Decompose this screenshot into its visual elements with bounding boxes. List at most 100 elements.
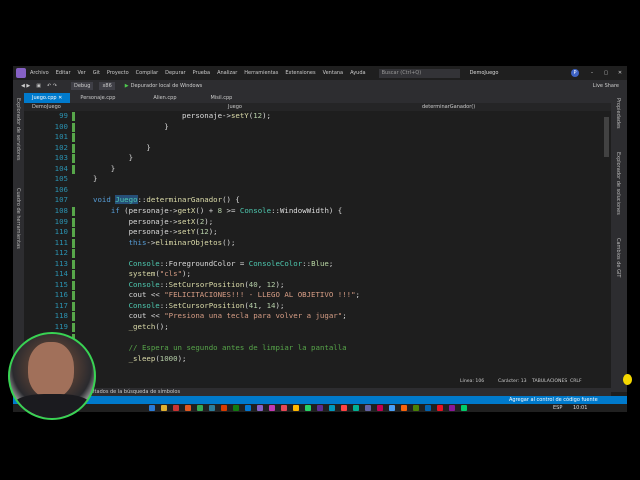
menu-editar[interactable]: Editar [56,70,71,76]
app-icon[interactable] [437,405,443,411]
code-line: 117 Console::SetCursorPosition(41, 14); [54,300,285,311]
whatsapp-icon[interactable] [305,405,311,411]
code-line: 99 personaje->setY(12); [59,111,272,121]
app-icon[interactable] [401,405,407,411]
run-button[interactable]: Depurador local de Windows [131,83,203,89]
mouse-highlight-icon [623,374,632,385]
live-share-button[interactable]: Live Share [593,83,619,89]
close-icon[interactable]: ✕ [613,70,627,76]
code-line: 104 } [54,163,116,174]
app-icon[interactable] [377,405,383,411]
app-icon[interactable] [317,405,323,411]
code-line: 112 [24,248,604,259]
app-icon[interactable] [389,405,395,411]
code-line: 108 if (personaje->getX() + 8 >= Console… [54,205,343,216]
menu-archivo[interactable]: Archivo [30,70,49,76]
menu-proyecto[interactable]: Proyecto [107,70,129,76]
tab-juego-cpp[interactable]: Juego.cpp ✕ [24,93,71,103]
app-icon[interactable] [233,405,239,411]
symbol-search-results-tab[interactable]: ultados de la búsqueda de símbolos [90,388,180,396]
navigation-bar: DemoJuego Juego determinarGanador() [24,103,611,111]
app-icon[interactable] [185,405,191,411]
visual-studio-icon[interactable] [257,405,263,411]
minimize-icon[interactable]: – [585,70,599,76]
bottom-panel-tabs: ultados de la búsqueda de símbolos [24,388,611,396]
app-icon[interactable] [221,405,227,411]
code-line: 101 [24,132,604,143]
eol-indicator[interactable]: CRLF [570,379,582,384]
code-editor[interactable]: 99 personaje->setY(12); 100 } 101 102 } … [24,111,611,379]
server-explorer-tab[interactable]: Explorador de servidores [15,98,21,161]
file-explorer-icon[interactable] [161,405,167,411]
document-tabs: Juego.cpp ✕ Personaje.cpp Alien.cpp Misi… [24,92,611,103]
app-icon[interactable] [353,405,359,411]
webcam-overlay [8,332,96,420]
menu-herramientas[interactable]: Herramientas [244,70,278,76]
solution-explorer-tab[interactable]: Explorador de soluciones [615,152,621,215]
app-icon[interactable] [173,405,179,411]
tab-alien-cpp[interactable]: Alien.cpp [145,93,184,103]
app-icon[interactable] [413,405,419,411]
clock[interactable]: 10:01 [573,404,587,412]
menu-prueba[interactable]: Prueba [193,70,210,76]
close-icon[interactable]: ✕ [58,95,62,101]
back-forward-icon[interactable]: ◀ ▶ [21,83,30,89]
scope-dropdown[interactable]: Juego [228,103,242,111]
code-line: 113 Console::ForegroundColor = ConsoleCo… [54,258,334,269]
menu-ver[interactable]: Ver [78,70,86,76]
teams-icon[interactable] [365,405,371,411]
scroll-thumb[interactable] [604,117,609,157]
app-icon[interactable] [209,405,215,411]
search-input[interactable]: Buscar (Ctrl+Q) [378,68,460,78]
undo-icon[interactable]: ↶ ↷ [47,83,57,89]
menu-ventana[interactable]: Ventana [323,70,344,76]
menu-analizar[interactable]: Analizar [217,70,237,76]
menu-ayuda[interactable]: Ayuda [350,70,365,76]
toolbox-tab[interactable]: Cuadro de herramientas [15,188,21,249]
app-icon[interactable] [269,405,275,411]
app-icon[interactable] [281,405,287,411]
tab-misil-cpp[interactable]: Misil.cpp [203,93,241,103]
properties-tab[interactable]: Propiedades [615,98,621,129]
avatar[interactable]: P [571,69,579,77]
vscode-icon[interactable] [245,405,251,411]
visual-studio-window: Archivo Editar Ver Git Proyecto Compilar… [13,66,627,412]
play-icon[interactable]: ▶ [125,83,129,89]
code-line: 107 void Juego::determinarGanador() { [54,195,240,205]
code-line: 119 _getch(); [54,322,169,332]
chrome-icon[interactable] [197,405,203,411]
menu-depurar[interactable]: Depurar [165,70,185,76]
maximize-icon[interactable]: ▢ [599,70,613,76]
app-icon[interactable] [461,405,467,411]
code-line: 106 [54,184,68,194]
app-icon[interactable] [341,405,347,411]
app-icon[interactable] [449,405,455,411]
app-icon[interactable] [329,405,335,411]
app-icon[interactable] [293,405,299,411]
language-indicator[interactable]: ESP [553,404,562,412]
code-line: 110 personaje->setY(12); [54,227,218,238]
code-line: 111 this->eliminarObjetos(); [54,237,236,248]
save-icon[interactable]: ▣ [36,83,41,89]
code-line: 120 [24,333,604,344]
git-changes-tab[interactable]: Cambios de GIT [615,238,621,278]
config-select[interactable]: Debug [70,82,94,90]
menu-compilar[interactable]: Compilar [136,70,159,76]
add-to-source-control-button[interactable]: Agregar al control de código fuente [509,396,598,404]
tabs-indicator[interactable]: TABULACIONES [532,379,567,384]
project-dropdown[interactable]: DemoJuego [32,103,61,111]
code-line: 115 Console::SetCursorPosition(40, 12); [54,279,285,290]
menu-git[interactable]: Git [93,70,100,76]
vertical-scrollbar[interactable] [602,111,611,379]
app-icon[interactable] [425,405,431,411]
code-line: 121 // Espera un segundo antes de limpia… [24,343,604,354]
tab-personaje-cpp[interactable]: Personaje.cpp [72,93,123,103]
windows-start-icon[interactable] [149,405,155,411]
presenter-shirt [12,394,92,418]
platform-select[interactable]: x86 [99,82,115,90]
member-dropdown[interactable]: determinarGanador() [422,103,475,111]
line-indicator: Línea: 106 [460,379,485,384]
menu-extensiones[interactable]: Extensiones [285,70,315,76]
solution-name: DemoJuego [469,70,499,76]
code-line: 118 cout << "Presiona una tecla para vol… [54,311,347,322]
